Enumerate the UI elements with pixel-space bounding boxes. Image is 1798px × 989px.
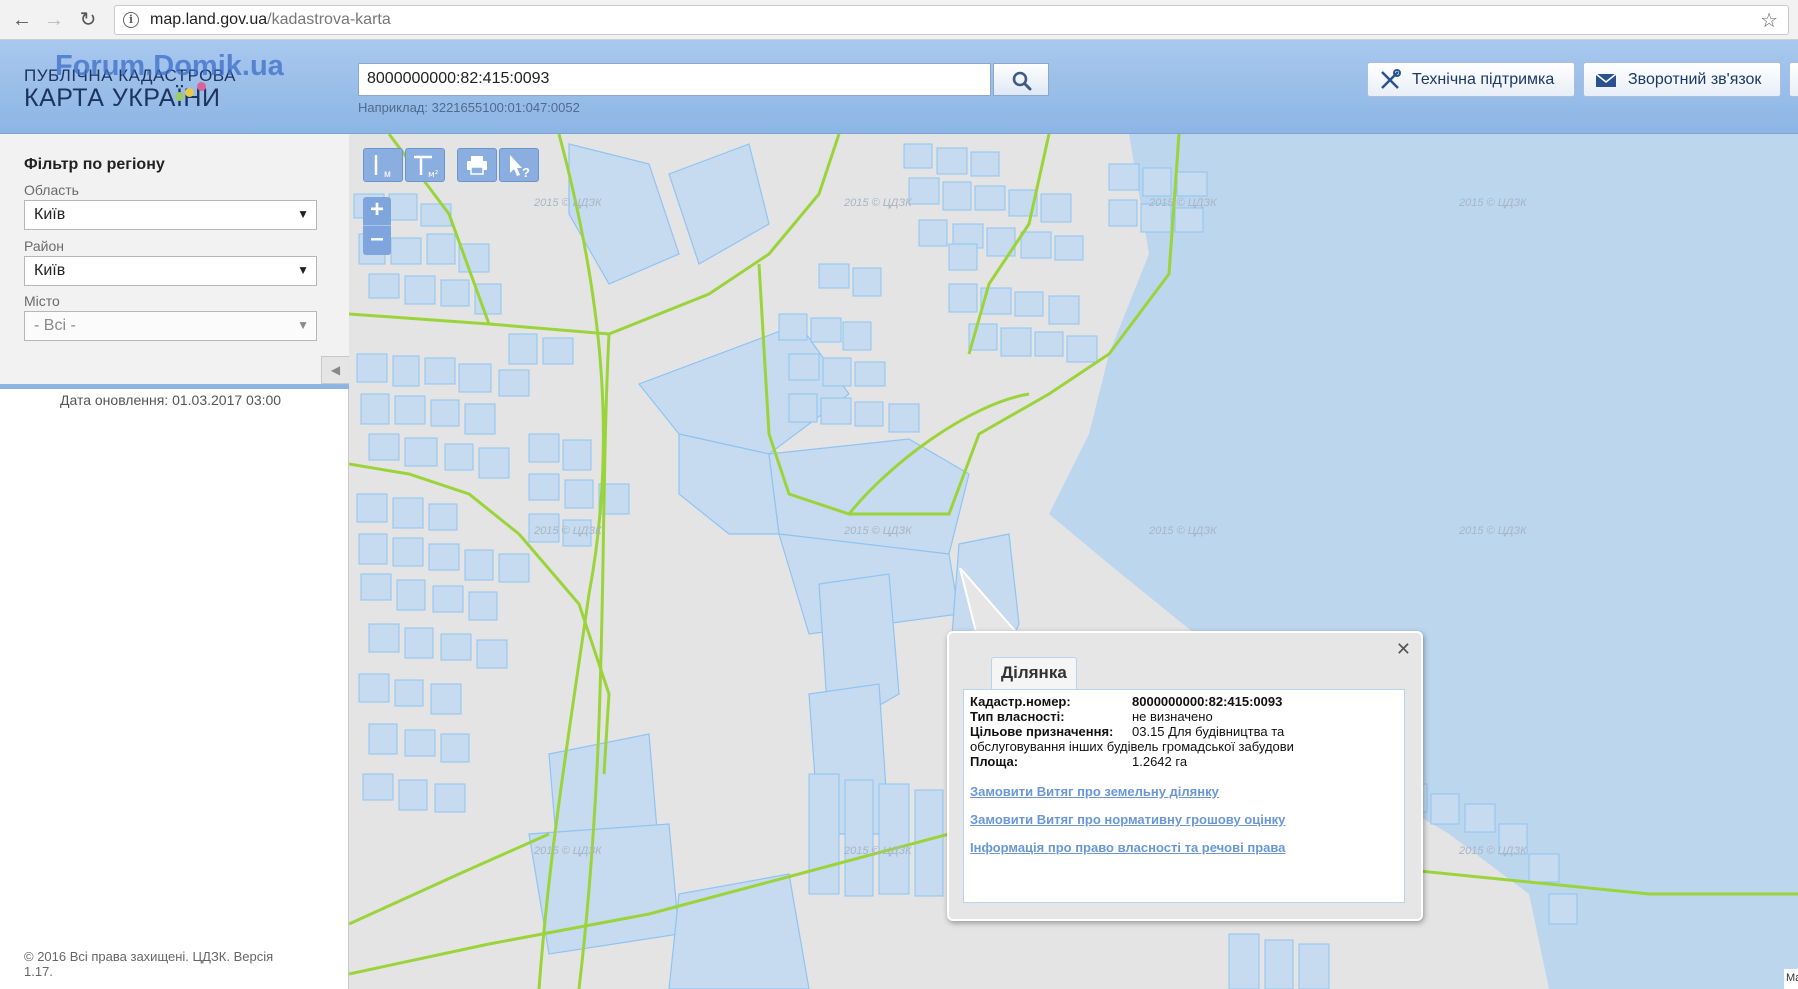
- parcel-value: 8000000000:82:415:0093: [1132, 694, 1283, 709]
- area-unit: м²: [428, 170, 439, 180]
- search-button[interactable]: [993, 63, 1049, 96]
- parcel-value: обслуговування інших будівель громадсько…: [970, 739, 1294, 754]
- tile-watermark: 2015 © ЦДЗК: [533, 197, 602, 209]
- measure-distance-button[interactable]: м: [363, 148, 403, 182]
- reload-icon[interactable]: ↻: [76, 8, 100, 32]
- tech-support-button[interactable]: Технічна підтримка: [1367, 62, 1575, 97]
- collapse-sidebar-button[interactable]: ◀: [321, 356, 349, 384]
- oblast-label: Область: [24, 182, 79, 198]
- oblast-select[interactable]: Київ ▼: [24, 200, 317, 230]
- print-button[interactable]: [457, 148, 497, 182]
- url-text: map.land.gov.ua/kadastrova-karta: [150, 11, 391, 28]
- bookmark-star-icon[interactable]: ☆: [1760, 8, 1778, 33]
- misto-value: - Всі -: [34, 317, 76, 334]
- dropdown-arrow-icon: ▼: [297, 207, 309, 221]
- parcel-label: Кадастр.номер:: [970, 694, 1071, 709]
- forward-icon[interactable]: →: [42, 8, 66, 32]
- misto-select[interactable]: - Всі - ▼: [24, 311, 317, 341]
- raion-select[interactable]: Київ ▼: [24, 256, 317, 286]
- filter-title: Фільтр по регіону: [24, 156, 165, 173]
- cadastral-search-input[interactable]: 8000000000:82:415:0093: [358, 63, 991, 96]
- parcel-value: не визначено: [1132, 709, 1213, 724]
- raion-value: Київ: [34, 262, 66, 279]
- tile-watermark: 2015 © ЦДЗК: [1458, 197, 1527, 209]
- dropdown-arrow-icon: ▼: [297, 263, 309, 277]
- update-date: Дата оновлення: 01.03.2017 03:00: [60, 392, 282, 408]
- area-icon: м²: [414, 155, 439, 180]
- parcel-popup: ✕ Ділянка Кадастр.номер: 8000000000:82:41…: [947, 631, 1423, 921]
- parcel-row-purpose-cont: обслуговування інших будівель громадсько…: [970, 739, 1398, 754]
- parcel-row-purpose: Цільове призначення: 03.15 Для будівництв…: [970, 724, 1398, 739]
- info-icon[interactable]: i: [123, 12, 139, 28]
- tile-watermark: 2015 © ЦДЗК: [843, 525, 912, 537]
- browser-toolbar: ← → ↻ i map.land.gov.ua/kadastrova-karta…: [0, 0, 1798, 40]
- oblast-value: Київ: [34, 206, 66, 223]
- zoom-in-button[interactable]: +: [363, 197, 391, 225]
- app-header: ПУБЛІЧНА КАДАСТРОВА КАРТА УКРАЇНИ Forum.…: [0, 40, 1798, 134]
- cursor-question-icon: ?: [510, 155, 530, 180]
- printer-icon: [467, 156, 487, 175]
- close-icon[interactable]: ✕: [1396, 639, 1411, 660]
- tile-watermark: 2015 © ЦДЗК: [1148, 197, 1217, 209]
- order-land-extract-link[interactable]: Замовити Витяг про земельну ділянку: [970, 784, 1398, 799]
- misto-label: Місто: [24, 293, 60, 309]
- more-button[interactable]: [1789, 62, 1798, 97]
- back-icon[interactable]: ←: [10, 8, 34, 32]
- popup-pointer: [959, 568, 1020, 638]
- tile-watermark: 2015 © ЦДЗК: [843, 845, 912, 857]
- parcel-label: Цільове призначення:: [970, 724, 1114, 739]
- parcel-label: Тип власності:: [970, 709, 1065, 724]
- tile-watermark: 2015 © ЦДЗК: [533, 845, 602, 857]
- tile-watermark: 2015 © ЦДЗК: [1148, 525, 1217, 537]
- identify-button[interactable]: ?: [499, 148, 539, 182]
- parcel-value: 1.2642 га: [1132, 754, 1188, 769]
- tools-icon: [1381, 69, 1401, 89]
- ruler-unit: м: [384, 169, 391, 180]
- tech-support-label: Технічна підтримка: [1412, 71, 1555, 88]
- region-filter-panel: Фільтр по регіону Область Київ ▼ Район К…: [0, 134, 349, 389]
- measure-area-button[interactable]: м²: [405, 148, 445, 182]
- tile-watermark: 2015 © ЦДЗК: [1458, 525, 1527, 537]
- parcel-info: Кадастр.номер: 8000000000:82:415:0093 Тип…: [963, 689, 1405, 903]
- address-bar[interactable]: i map.land.gov.ua/kadastrova-karta ☆: [114, 5, 1789, 35]
- parcel-label: Площа:: [970, 754, 1019, 769]
- tile-watermark: 2015 © ЦДЗК: [843, 197, 912, 209]
- search-icon: [1012, 71, 1032, 91]
- raion-label: Район: [24, 238, 64, 254]
- forum-watermark: Forum.Domik.ua: [55, 50, 284, 82]
- zoom-control: + –: [363, 197, 391, 255]
- map-corner-label: Ma: [1784, 969, 1798, 989]
- sidebar: Фільтр по регіону Область Київ ▼ Район К…: [0, 134, 349, 989]
- feedback-label: Зворотний зв'язок: [1628, 71, 1762, 88]
- tile-watermark: 2015 © ЦДЗК: [1458, 845, 1527, 857]
- envelope-icon: [1595, 73, 1617, 87]
- parcel-row-ownership: Тип власності: не визначено: [970, 709, 1398, 724]
- ownership-info-link[interactable]: Інформація про право власності та речові…: [970, 840, 1398, 855]
- copyright: © 2016 Всі права захищені. ЦДЗК. Версія …: [24, 949, 274, 979]
- parcel-row-cadastral: Кадастр.номер: 8000000000:82:415:0093: [970, 694, 1398, 709]
- dropdown-arrow-icon: ▼: [297, 318, 309, 332]
- tile-watermark: 2015 © ЦДЗК: [533, 525, 602, 537]
- order-valuation-extract-link[interactable]: Замовити Витяг про нормативну грошову оц…: [970, 812, 1398, 827]
- svg-text:?: ?: [522, 165, 530, 180]
- search-hint: Наприклад: 3221655100:01:047:0052: [358, 100, 580, 115]
- ruler-icon: м: [374, 155, 391, 180]
- parcel-value: 03.15 Для будівництва та: [1132, 724, 1285, 739]
- feedback-button[interactable]: Зворотний зв'язок: [1583, 62, 1781, 97]
- zoom-out-button[interactable]: –: [363, 225, 391, 253]
- parcel-row-area: Площа: 1.2642 га: [970, 754, 1398, 769]
- tab-parcel[interactable]: Ділянка: [991, 657, 1077, 689]
